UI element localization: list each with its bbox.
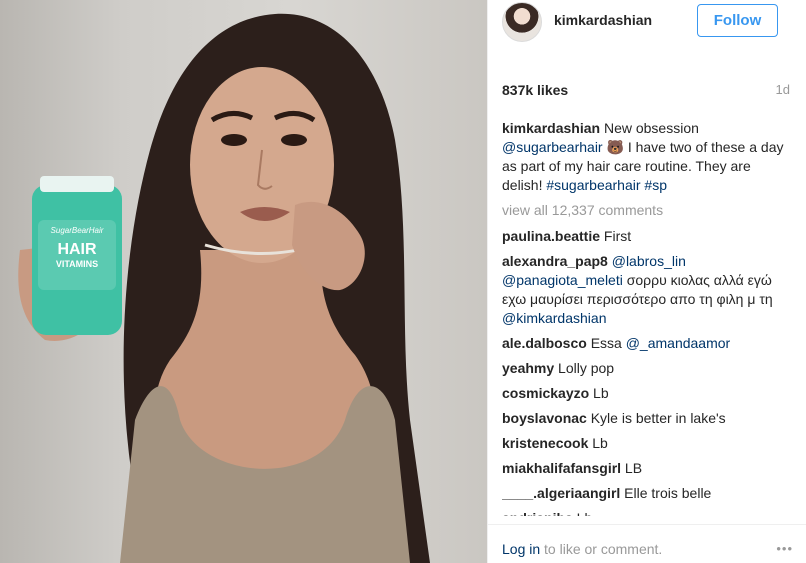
comments-list: kimkardashian New obsession @sugarbearha…	[502, 119, 794, 516]
comment-item: miakhalifafansgirl LB	[502, 459, 794, 478]
photo-illustration	[18, 13, 431, 563]
login-prompt-text: to like or comment.	[540, 541, 663, 557]
comment-mention[interactable]: @labros_lin	[612, 253, 686, 269]
avatar[interactable]	[502, 2, 542, 42]
more-options-icon[interactable]: •••	[776, 541, 793, 556]
comment-text: Elle trois belle	[620, 485, 712, 501]
comment-text: Lolly pop	[554, 360, 615, 376]
comment-text: First	[600, 228, 632, 244]
comment-username[interactable]: andrianiba	[502, 510, 573, 516]
bottle-label: SugarBearHair HAIR VITAMINS	[38, 226, 116, 269]
comment-item: paulina.beattie First	[502, 227, 794, 246]
caption-text-1: New obsession	[600, 120, 699, 136]
likes-count[interactable]: 837k likes	[502, 82, 568, 98]
instagram-post: SugarBearHair HAIR VITAMINS kimkardashia…	[0, 0, 806, 563]
follow-button[interactable]: Follow	[697, 4, 778, 37]
comment-username[interactable]: paulina.beattie	[502, 228, 600, 244]
comment-text: Lb	[588, 435, 608, 451]
post-photo[interactable]: SugarBearHair HAIR VITAMINS	[0, 0, 487, 563]
comment-mention[interactable]: @panagiota_meleti	[502, 272, 623, 288]
comment-item: alexandra_pap8 @labros_lin @panagiota_me…	[502, 252, 794, 328]
post-footer: Log in to like or comment. •••	[488, 524, 806, 563]
comment-item: andrianiba Lb	[502, 509, 794, 516]
comment-item: ale.dalbosco Essa @_amandaamor	[502, 334, 794, 353]
bottle-line-1: HAIR	[57, 241, 97, 258]
caption-hashtag-2[interactable]: #sp	[644, 177, 667, 193]
bear-emoji: 🐻	[602, 139, 624, 155]
login-link[interactable]: Log in	[502, 541, 540, 557]
header-username[interactable]: kimkardashian	[554, 12, 652, 28]
comment-username[interactable]: boyslavonac	[502, 410, 587, 426]
comment-item: yeahmy Lolly pop	[502, 359, 794, 378]
comment-username[interactable]: ____.algeriaangirl	[502, 485, 620, 501]
login-prompt: Log in to like or comment.	[502, 541, 662, 557]
comment-username[interactable]: cosmickayzo	[502, 385, 589, 401]
caption-hashtag-1[interactable]: #sugarbearhair	[546, 177, 640, 193]
caption-mention[interactable]: @sugarbearhair	[502, 139, 603, 155]
post-side-panel: kimkardashian Follow 837k likes 1d kimka…	[487, 0, 806, 563]
comment-text: Kyle is better in lake's	[586, 410, 726, 426]
comment-mention[interactable]: @kimkardashian	[502, 310, 606, 326]
comment-username[interactable]: yeahmy	[502, 360, 554, 376]
caption: kimkardashian New obsession @sugarbearha…	[502, 119, 794, 195]
bottle-line-2: VITAMINS	[55, 259, 99, 269]
comment-item: cosmickayzo Lb	[502, 384, 794, 403]
comment-username[interactable]: ale.dalbosco	[502, 335, 587, 351]
comment-username[interactable]: miakhalifafansgirl	[502, 460, 621, 476]
post-age[interactable]: 1d	[776, 82, 790, 97]
view-all-comments-link[interactable]: view all 12,337 comments	[502, 201, 794, 220]
comment-text: Essa	[586, 335, 626, 351]
comment-item: boyslavonac Kyle is better in lake's	[502, 409, 794, 428]
comment-item: ____.algeriaangirl Elle trois belle	[502, 484, 794, 503]
comment-text: Lb	[589, 385, 609, 401]
comment-text: Lb	[573, 510, 593, 516]
comment-username[interactable]: alexandra_pap8	[502, 253, 608, 269]
comment-item: kristenecook Lb	[502, 434, 794, 453]
post-header: kimkardashian Follow	[488, 0, 806, 44]
bottle-brand: SugarBearHair	[50, 226, 104, 235]
comment-mention[interactable]: @_amandaamor	[626, 335, 731, 351]
comment-text: LB	[621, 460, 643, 476]
comment-username[interactable]: kristenecook	[502, 435, 588, 451]
caption-username[interactable]: kimkardashian	[502, 120, 600, 136]
